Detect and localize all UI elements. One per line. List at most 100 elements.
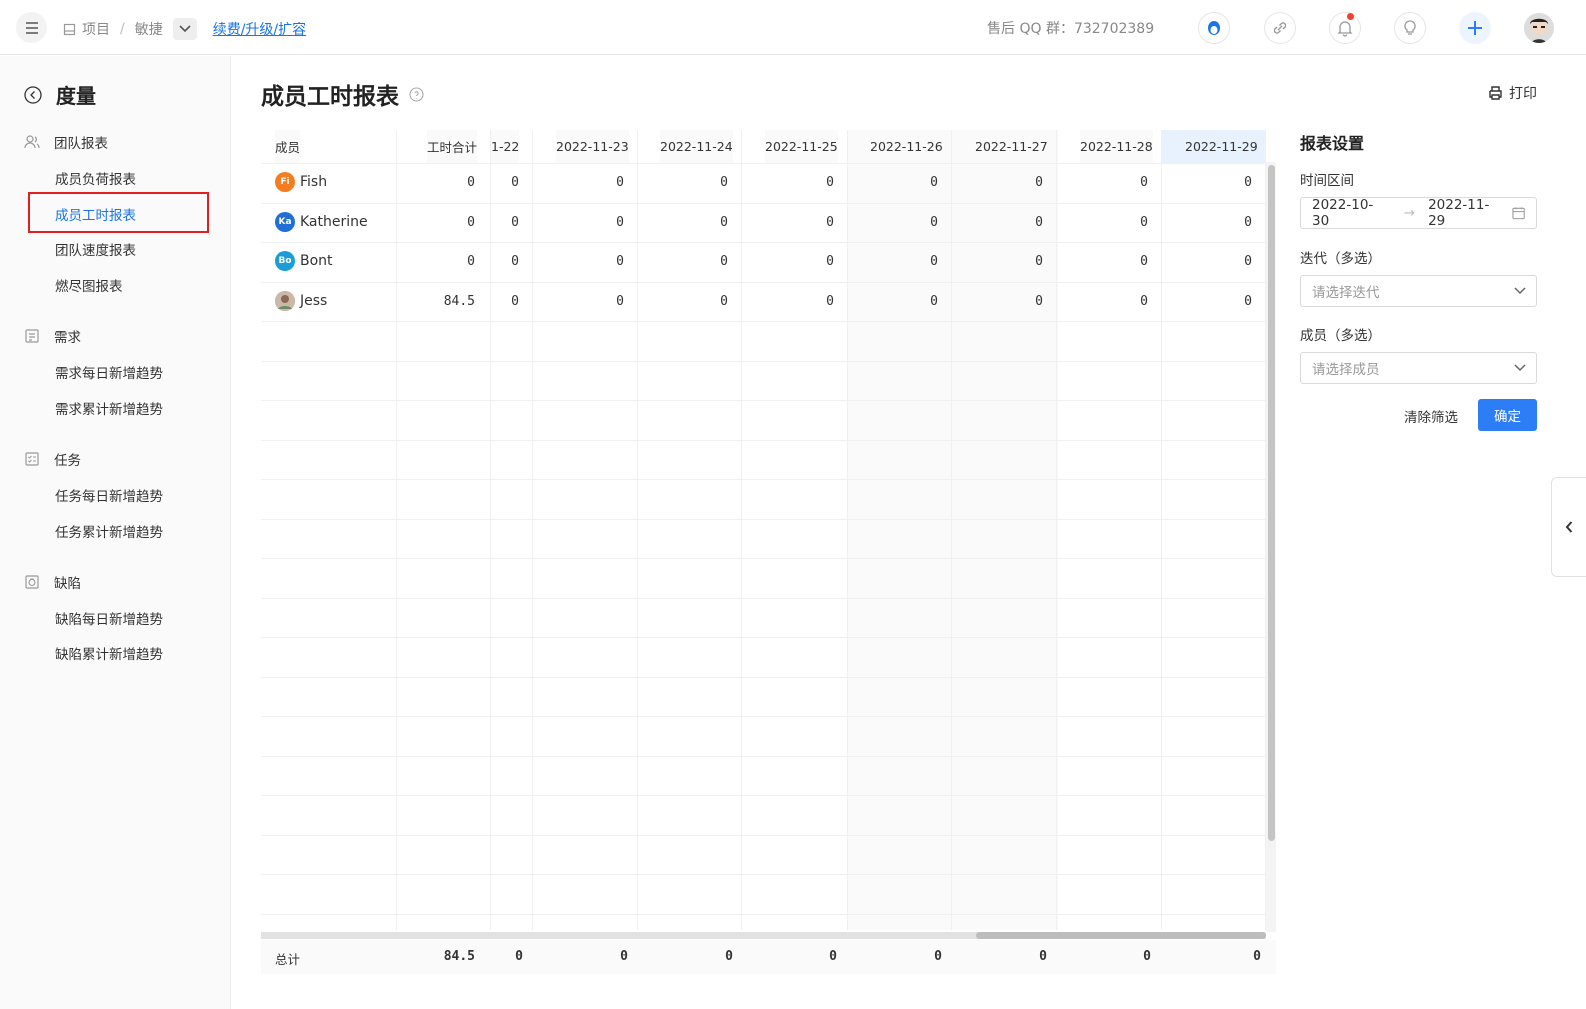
member-select[interactable]: 请选择成员 <box>1300 352 1537 384</box>
sidebar-item-member-load[interactable]: 成员负荷报表 <box>55 168 136 188</box>
sidebar-item-req-daily[interactable]: 需求每日新增趋势 <box>55 362 163 382</box>
link-icon[interactable] <box>1264 12 1296 44</box>
notification-badge <box>1347 13 1354 20</box>
hours-cell: 0 <box>1244 215 1252 230</box>
table-row: Bo Bont 0 0 0 0 0 0 0 0 0 <box>261 242 1266 282</box>
chevron-down-icon <box>1514 364 1526 372</box>
chevron-down-icon[interactable] <box>172 18 197 40</box>
row-divider <box>261 479 1266 480</box>
row-divider <box>261 558 1266 559</box>
qq-group-text: 售后 QQ 群：732702389 <box>987 21 1155 37</box>
sidebar-item-task-daily[interactable]: 任务每日新增趋势 <box>55 485 163 505</box>
breadcrumb-agile[interactable]: 敏捷 <box>135 19 163 39</box>
hours-cell: 0 <box>1244 294 1252 309</box>
menu-icon[interactable] <box>16 12 47 43</box>
hours-cell: 0 <box>720 254 728 269</box>
sidebar-item-task-cumulative[interactable]: 任务累计新增趋势 <box>55 521 163 541</box>
member-label: 成员（多选） <box>1300 328 1381 344</box>
member-name-cell: Bo Bont <box>275 251 333 271</box>
horizontal-scrollbar[interactable] <box>976 932 1266 939</box>
footer-value: 0 <box>1253 949 1261 964</box>
hours-cell: 0 <box>1140 215 1148 230</box>
member-name: Jess <box>300 293 328 309</box>
hours-cell: 0 <box>1035 215 1043 230</box>
vertical-scrollbar[interactable] <box>1268 165 1275 841</box>
renew-upgrade-link[interactable]: 续费/升级/扩容 <box>213 19 306 39</box>
user-avatar[interactable] <box>1524 13 1554 43</box>
iteration-select[interactable]: 请选择迭代 <box>1300 275 1537 307</box>
row-divider <box>261 716 1266 717</box>
hours-cell: 0 <box>826 175 834 190</box>
sidebar-title: 度量 <box>56 84 96 108</box>
sidebar-item-team-velocity[interactable]: 团队速度报表 <box>55 239 136 259</box>
clear-filter-button[interactable]: 清除筛选 <box>1404 406 1458 426</box>
active-item-highlight-box <box>28 192 209 233</box>
header-date: 1-22 <box>491 130 520 163</box>
footer-total: 84.5 <box>443 949 475 964</box>
member-avatar: Ka <box>275 212 295 232</box>
hours-cell: 0 <box>1140 175 1148 190</box>
sidebar-group-requirements[interactable]: 需求 <box>24 326 81 346</box>
chevron-down-icon <box>1514 287 1526 295</box>
sidebar-group-label: 团队报表 <box>54 136 108 152</box>
hours-cell: 0 <box>1244 175 1252 190</box>
sidebar-group-label: 缺陷 <box>54 576 81 592</box>
sidebar-item-burndown[interactable]: 燃尽图报表 <box>55 275 123 295</box>
date-start[interactable]: 2022-10-30 <box>1312 197 1386 229</box>
header-date: 2022-11-23 <box>556 130 629 163</box>
header-date: 2022-11-28 <box>1080 130 1153 163</box>
breadcrumb-project[interactable]: 项目 <box>82 19 110 39</box>
collapse-panel-tab[interactable] <box>1551 477 1586 577</box>
hours-cell: 0 <box>616 254 624 269</box>
member-name: Bont <box>300 253 333 269</box>
member-avatar: Fi <box>275 172 295 192</box>
confirm-button[interactable]: 确定 <box>1478 399 1537 431</box>
notification-bell-icon[interactable] <box>1329 12 1361 44</box>
row-divider <box>261 795 1266 796</box>
hours-cell: 0 <box>511 175 519 190</box>
back-circle-icon[interactable] <box>24 85 42 104</box>
arrow-right-icon: → <box>1403 205 1416 221</box>
row-divider <box>261 440 1266 441</box>
breadcrumb-separator: / <box>120 21 125 37</box>
help-icon[interactable] <box>409 86 424 102</box>
hours-cell: 0 <box>720 175 728 190</box>
hours-cell: 0 <box>930 254 938 269</box>
header-date: 2022-11-27 <box>975 130 1048 163</box>
table-footer: 总计 84.5 0 0 0 0 0 0 0 0 <box>261 940 1276 974</box>
add-icon[interactable] <box>1459 12 1491 44</box>
table-row: Ka Katherine 0 0 0 0 0 0 0 0 0 <box>261 203 1266 243</box>
hours-cell: 0 <box>1140 294 1148 309</box>
hours-cell: 0 <box>720 215 728 230</box>
sidebar-group-defects[interactable]: 缺陷 <box>24 572 81 592</box>
row-divider <box>261 874 1266 875</box>
footer-value: 0 <box>620 949 628 964</box>
date-range-picker[interactable]: 2022-10-30 → 2022-11-29 <box>1300 197 1537 229</box>
hours-cell: 0 <box>826 254 834 269</box>
support-penguin-icon[interactable] <box>1198 12 1230 44</box>
project-icon <box>63 23 76 35</box>
date-end[interactable]: 2022-11-29 <box>1428 197 1502 229</box>
top-bar: 项目 / 敏捷 续费/升级/扩容 售后 QQ 群：732702389 <box>0 0 1586 55</box>
sidebar-item-req-cumulative[interactable]: 需求累计新增趋势 <box>55 398 163 418</box>
sidebar-item-defect-daily[interactable]: 缺陷每日新增趋势 <box>55 608 163 628</box>
footer-label: 总计 <box>275 952 301 967</box>
sidebar-group-team-reports[interactable]: 团队报表 <box>24 132 108 152</box>
table-row: Jess 84.5 0 0 0 0 0 0 0 0 <box>261 282 1266 322</box>
total-hours-cell: 84.5 <box>443 294 475 309</box>
total-hours-cell: 0 <box>467 254 475 269</box>
calendar-icon <box>1512 207 1525 220</box>
print-button[interactable]: 打印 <box>1488 83 1537 103</box>
footer-value: 0 <box>829 949 837 964</box>
chevron-left-icon <box>1565 521 1573 533</box>
footer-value: 0 <box>1143 949 1151 964</box>
breadcrumb: 项目 / 敏捷 续费/升级/扩容 <box>63 18 306 40</box>
sidebar-group-label: 任务 <box>54 453 81 469</box>
hours-cell: 0 <box>616 215 624 230</box>
lightbulb-icon[interactable] <box>1394 12 1426 44</box>
sidebar-group-label: 需求 <box>54 330 81 346</box>
sidebar-group-tasks[interactable]: 任务 <box>24 449 81 469</box>
hours-cell: 0 <box>1140 254 1148 269</box>
row-divider <box>261 637 1266 638</box>
sidebar-item-defect-cumulative[interactable]: 缺陷累计新增趋势 <box>55 643 163 663</box>
